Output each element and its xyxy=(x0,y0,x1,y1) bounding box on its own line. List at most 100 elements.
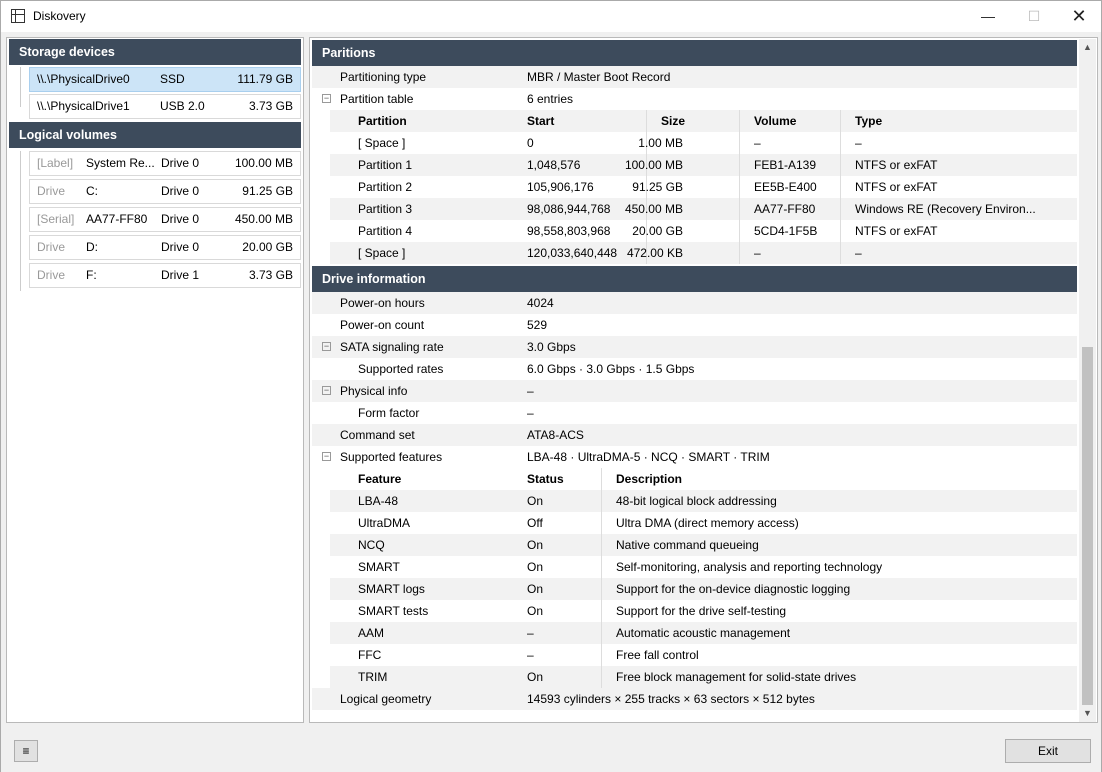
drive-properties: Power-on hours 4024 Power-on count 529− SATA… xyxy=(312,292,1077,468)
minimize-button[interactable]: — xyxy=(965,1,1011,32)
volume-item[interactable]: Drive D: Drive 0 20.00 GB xyxy=(29,235,301,260)
prop-label: Logical geometry xyxy=(340,692,432,706)
column-separator xyxy=(739,220,740,242)
table-cell: On xyxy=(527,670,544,684)
table-cell: UltraDMA xyxy=(358,516,411,530)
volume-item[interactable]: [Serial] AA77-FF80 Drive 0 450.00 MB xyxy=(29,207,301,232)
table-cell: FFC xyxy=(358,648,382,662)
table-cell: – xyxy=(754,246,761,260)
column-separator xyxy=(840,220,841,242)
column-separator xyxy=(840,154,841,176)
partition-row[interactable]: Partition 3 98,086,944,768 450.00 MB AA77-F… xyxy=(330,198,1077,220)
table-cell: 91.25 GB xyxy=(632,180,683,194)
feature-row[interactable]: SMART logs On Support for the on-device di… xyxy=(330,578,1077,600)
table-cell: NTFS or exFAT xyxy=(855,224,938,238)
table-cell: 20.00 GB xyxy=(632,224,683,238)
table-cell: Self-monitoring, analysis and reporting … xyxy=(616,560,883,574)
prop-value: 6.0 Gbps · 3.0 Gbps · 1.5 Gbps xyxy=(527,362,695,376)
device-path: \\.\PhysicalDrive1 xyxy=(37,99,130,113)
prop-label: Partitioning type xyxy=(340,70,427,84)
column-header: Feature xyxy=(358,472,402,486)
feature-row[interactable]: TRIM On Free block management for solid-st… xyxy=(330,666,1077,688)
table-cell: NTFS or exFAT xyxy=(855,158,938,172)
collapse-toggle-icon[interactable]: − xyxy=(322,342,331,351)
table-cell: Support for the drive self-testing xyxy=(616,604,787,618)
vertical-scrollbar[interactable]: ▲ ▼ xyxy=(1079,39,1096,722)
drive-prop-row: Command set ATA8-ACS xyxy=(312,424,1077,446)
partition-row[interactable]: [ Space ] 120,033,640,448 472.00 KB – – xyxy=(330,242,1077,264)
table-cell: LBA-48 xyxy=(358,494,399,508)
column-separator xyxy=(840,242,841,264)
table-cell: – xyxy=(527,648,534,662)
table-cell: On xyxy=(527,582,544,596)
feature-row[interactable]: AAM – Automatic acoustic management xyxy=(330,622,1077,644)
tree-line xyxy=(20,67,21,107)
prop-value: MBR / Master Boot Record xyxy=(527,70,671,84)
volume-name: C: xyxy=(86,184,98,198)
close-button[interactable]: ✕ xyxy=(1056,1,1102,32)
table-cell: SMART logs xyxy=(358,582,425,596)
device-type: SSD xyxy=(160,72,185,86)
feature-row[interactable]: LBA-48 On 48-bit logical block addressing xyxy=(330,490,1077,512)
column-separator xyxy=(646,110,647,132)
table-cell: Support for the on-device diagnostic log… xyxy=(616,582,851,596)
scroll-down-icon[interactable]: ▼ xyxy=(1079,705,1096,722)
column-separator xyxy=(739,110,740,132)
drive-prop-row: − SATA signaling rate 3.0 Gbps xyxy=(312,336,1077,358)
feature-row[interactable]: SMART On Self-monitoring, analysis and rep… xyxy=(330,556,1077,578)
prop-value: – xyxy=(527,384,534,398)
feature-row[interactable]: SMART tests On Support for the drive self-… xyxy=(330,600,1077,622)
details-content: Paritions Partitioning type MBR / Master… xyxy=(312,40,1077,710)
table-cell: EE5B-E400 xyxy=(754,180,817,194)
table-cell: Windows RE (Recovery Environ... xyxy=(855,202,1036,216)
drive-prop-row: Power-on count 529 xyxy=(312,314,1077,336)
scroll-up-icon[interactable]: ▲ xyxy=(1079,39,1096,56)
partition-row[interactable]: Partition 2 105,906,176 91.25 GB EE5B-E400 N… xyxy=(330,176,1077,198)
maximize-button[interactable]: ☐ xyxy=(1011,1,1057,32)
volume-kind: Drive xyxy=(37,268,66,282)
volume-item[interactable]: [Label] System Re... Drive 0 100.00 MB xyxy=(29,151,301,176)
column-header: Start xyxy=(527,114,555,128)
column-separator xyxy=(739,132,740,154)
prop-label: Form factor xyxy=(358,406,420,420)
drive-prop-row: Form factor – xyxy=(312,402,1077,424)
table-cell: Free block management for solid-state dr… xyxy=(616,670,857,684)
feature-row[interactable]: NCQ On Native command queueing xyxy=(330,534,1077,556)
table-cell: On xyxy=(527,560,544,574)
column-header: Status xyxy=(527,472,564,486)
feature-row[interactable]: UltraDMA Off Ultra DMA (direct memory acce… xyxy=(330,512,1077,534)
volume-item[interactable]: Drive F: Drive 1 3.73 GB xyxy=(29,263,301,288)
collapse-toggle-icon[interactable]: − xyxy=(322,94,331,103)
table-cell: 100.00 MB xyxy=(624,158,683,172)
table-cell: Partition 2 xyxy=(358,180,413,194)
volume-item[interactable]: Drive C: Drive 0 91.25 GB xyxy=(29,179,301,204)
drive-info-header: Drive information xyxy=(312,266,1077,292)
scroll-thumb[interactable] xyxy=(1082,347,1093,705)
column-separator xyxy=(739,198,740,220)
features-table: Feature Status Description LBA-48 On 48-bit l… xyxy=(312,468,1077,688)
drive-prop-row: − Physical info – xyxy=(312,380,1077,402)
title-bar: Diskovery — ☐ ✕ xyxy=(1,1,1101,32)
prop-label: Power-on hours xyxy=(340,296,425,310)
partition-row[interactable]: [ Space ] 0 1.00 MB – – xyxy=(330,132,1077,154)
partition-row[interactable]: Partition 4 98,558,803,968 20.00 GB 5CD4-1F… xyxy=(330,220,1077,242)
partition-row[interactable]: Partition 1 1,048,576 100.00 MB FEB1-A139 NT… xyxy=(330,154,1077,176)
prop-label: SATA signaling rate xyxy=(340,340,444,354)
volume-kind: [Serial] xyxy=(37,212,75,226)
column-separator xyxy=(601,600,602,622)
column-separator xyxy=(601,534,602,556)
collapse-toggle-icon[interactable]: − xyxy=(322,386,331,395)
menu-button[interactable]: ≡ xyxy=(14,740,38,762)
device-type: USB 2.0 xyxy=(160,99,205,113)
details-pane: Paritions Partitioning type MBR / Master… xyxy=(309,37,1098,723)
feature-row[interactable]: FFC – Free fall control xyxy=(330,644,1077,666)
table-cell: TRIM xyxy=(358,670,388,684)
table-cell: FEB1-A139 xyxy=(754,158,817,172)
device-item-physicaldrive0[interactable]: \\.\PhysicalDrive0 SSD 111.79 GB xyxy=(29,67,301,92)
collapse-toggle-icon[interactable]: − xyxy=(322,452,331,461)
device-item-physicaldrive1[interactable]: \\.\PhysicalDrive1 USB 2.0 3.73 GB xyxy=(29,94,301,119)
exit-button[interactable]: Exit xyxy=(1005,739,1091,763)
prop-value: 14593 cylinders × 255 tracks × 63 sector… xyxy=(527,692,815,706)
volume-size: 100.00 MB xyxy=(234,156,293,170)
prop-value: ATA8-ACS xyxy=(527,428,584,442)
